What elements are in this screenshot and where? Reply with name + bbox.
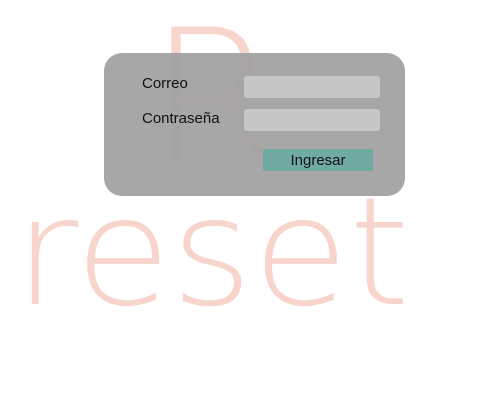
password-label: Contraseña [142,110,220,127]
password-field[interactable] [244,109,380,131]
login-card: Correo Contraseña Ingresar [104,53,405,196]
email-label: Correo [142,75,188,92]
login-button[interactable]: Ingresar [263,149,373,171]
email-field[interactable] [244,76,380,98]
page: R reset Correo Contraseña Ingresar [0,0,486,400]
